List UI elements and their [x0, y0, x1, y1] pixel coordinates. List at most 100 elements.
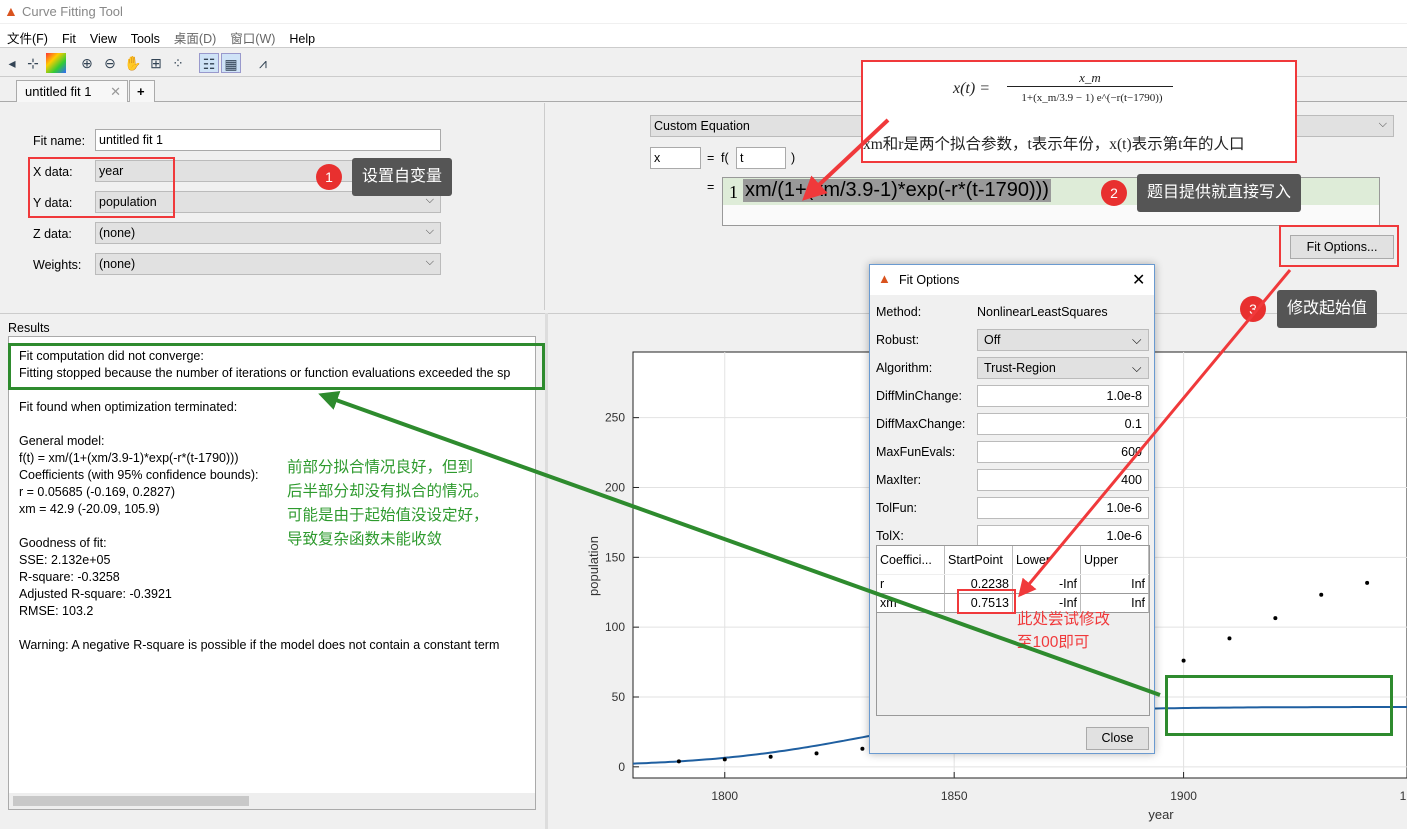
result-line: xm = 42.9 (-20.09, 105.9) — [19, 502, 160, 516]
plot-residuals-icon[interactable]: ⩘ — [253, 53, 273, 73]
f-close-label: ) — [791, 151, 796, 165]
option-label: Algorithm: — [876, 361, 933, 375]
method-value: NonlinearLeastSquares — [977, 305, 1108, 319]
data-point — [768, 754, 773, 759]
colormap-icon[interactable] — [46, 53, 66, 73]
option-input[interactable]: 600 — [977, 441, 1149, 463]
tooltip-2: 题目提供就直接写入 — [1137, 174, 1302, 212]
option-select[interactable]: Trust-Region — [977, 357, 1149, 379]
result-line: Warning: A negative R-square is possible… — [19, 638, 500, 652]
table-header[interactable]: Upper — [1081, 546, 1149, 574]
note-line: 导致复杂函数未能收敛 — [287, 531, 443, 548]
data-point — [1273, 616, 1278, 621]
menu-help[interactable]: Help — [282, 28, 322, 50]
option-label: DiffMaxChange: — [876, 417, 966, 431]
table-cell[interactable]: Inf — [1081, 575, 1149, 594]
data-point — [1181, 658, 1186, 663]
result-line: SSE: 2.132e+05 — [19, 553, 111, 567]
menu-tools[interactable]: Tools — [124, 28, 167, 50]
weights-value: (none) — [99, 257, 136, 271]
independent-var-input[interactable]: t — [736, 147, 786, 169]
back-icon[interactable]: ◂ — [2, 53, 22, 73]
table-header[interactable]: Coeffici... — [877, 546, 945, 574]
xy-highlight-box — [28, 157, 175, 218]
option-input[interactable]: 1.0e-8 — [977, 385, 1149, 407]
fit-name-label: Fit name: — [33, 134, 86, 148]
add-tab-button[interactable]: + — [129, 80, 155, 102]
y-tick-label: 50 — [612, 690, 626, 704]
y-tick-label: 250 — [605, 411, 625, 425]
y-tick-label: 100 — [605, 620, 625, 634]
note-line: 至100即可 — [1017, 634, 1090, 651]
data-point — [860, 746, 865, 751]
z-data-select[interactable]: (none) ⌵ — [95, 222, 441, 244]
table-header[interactable]: StartPoint — [945, 546, 1013, 574]
chevron-down-icon: ⌵ — [425, 256, 434, 268]
result-line: R-square: -0.3258 — [19, 570, 120, 584]
table-cell[interactable]: r — [877, 575, 945, 594]
x-tick-label: 1800 — [711, 789, 738, 803]
startpoint-highlight — [957, 589, 1016, 614]
z-data-label: Z data: — [33, 227, 72, 241]
data-point — [676, 759, 681, 764]
zoom-in-icon[interactable]: ⊕ — [77, 53, 97, 73]
result-line: Goodness of fit: — [19, 536, 107, 550]
option-select[interactable]: Off — [977, 329, 1149, 351]
option-label: DiffMinChange: — [876, 389, 962, 403]
equation-text: xm/(1+(xm/3.9-1)*exp(-r*(t-1790))) — [743, 179, 1051, 202]
y-tick-label: 200 — [605, 480, 625, 494]
horizontal-scrollbar[interactable] — [9, 793, 535, 809]
data-point — [1227, 636, 1232, 641]
formula-lhs: x(t) = — [953, 80, 990, 97]
zoom-out-icon[interactable]: ⊖ — [100, 53, 120, 73]
chevron-down-icon: ⌵ — [1378, 118, 1387, 130]
option-input[interactable]: 1.0e-6 — [977, 525, 1149, 547]
exclude-outliers-icon[interactable]: ⁘ — [168, 53, 188, 73]
menu-view[interactable]: View — [83, 28, 124, 50]
option-input[interactable]: 0.1 — [977, 413, 1149, 435]
data-point — [1365, 580, 1370, 585]
close-icon[interactable]: ✕ — [1132, 270, 1145, 290]
window-title: Curve Fitting Tool — [22, 4, 123, 19]
close-button[interactable]: Close — [1086, 727, 1149, 750]
data-cursor-icon[interactable]: ⊹ — [23, 53, 43, 73]
fit-options-dialog: ▲ Fit Options ✕ Method: NonlinearLeastSqu… — [869, 264, 1155, 754]
menu-file[interactable]: 文件(F) — [0, 24, 55, 51]
table-cell[interactable]: -Inf — [1013, 575, 1081, 594]
y-tick-label: 150 — [605, 550, 625, 564]
grid-icon[interactable]: ▦ — [221, 53, 241, 73]
menu-window[interactable]: 窗口(W) — [223, 24, 282, 51]
chevron-down-icon: ⌵ — [1132, 333, 1142, 347]
data-cursor-select-icon[interactable]: ⊞ — [146, 53, 166, 73]
x-tick-label: 1950 — [1400, 789, 1407, 803]
note-line: 此处尝试修改 — [1017, 611, 1111, 628]
fit-name-input[interactable]: untitled fit 1 — [95, 129, 441, 151]
option-input[interactable]: 400 — [977, 469, 1149, 491]
step-badge-1: 1 — [316, 164, 342, 190]
note-line: 后半部分却没有拟合的情况。 — [287, 483, 489, 500]
option-label: TolX: — [876, 529, 904, 543]
menu-fit[interactable]: Fit — [55, 28, 83, 50]
option-label: MaxFunEvals: — [876, 445, 956, 459]
dependent-var-input[interactable]: x — [650, 147, 701, 169]
x-tick-label: 1900 — [1170, 789, 1197, 803]
table-header[interactable]: Lower — [1013, 546, 1081, 574]
results-title: Results — [8, 321, 50, 335]
green-note: 前部分拟合情况良好，但到 后半部分却没有拟合的情况。 可能是由于起始值没设定好， 导致… — [287, 456, 489, 552]
formula-note: xm和r是两个拟合参数，t表示年份，x(t)表示第t年的人口 — [863, 136, 1245, 153]
option-input[interactable]: 1.0e-6 — [977, 497, 1149, 519]
f-open-label: f( — [721, 151, 729, 165]
pan-icon[interactable]: ✋ — [123, 53, 143, 73]
note-line: 前部分拟合情况良好，但到 — [287, 459, 474, 476]
step-badge-3: 3 — [1240, 296, 1266, 322]
table-cell[interactable]: xm — [877, 594, 945, 613]
legend-icon[interactable]: ☷ — [199, 53, 219, 73]
menu-bar: 文件(F) Fit View Tools 桌面(D) 窗口(W) Help — [0, 24, 1407, 48]
step-badge-2: 2 — [1101, 180, 1127, 206]
result-line: Fit found when optimization terminated: — [19, 400, 238, 414]
weights-select[interactable]: (none) ⌵ — [95, 253, 441, 275]
close-tab-icon[interactable]: ✕ — [110, 84, 121, 100]
data-point — [722, 757, 727, 762]
tab-untitled-fit-1[interactable]: untitled fit 1 ✕ — [16, 80, 128, 102]
menu-desktop[interactable]: 桌面(D) — [167, 24, 223, 51]
